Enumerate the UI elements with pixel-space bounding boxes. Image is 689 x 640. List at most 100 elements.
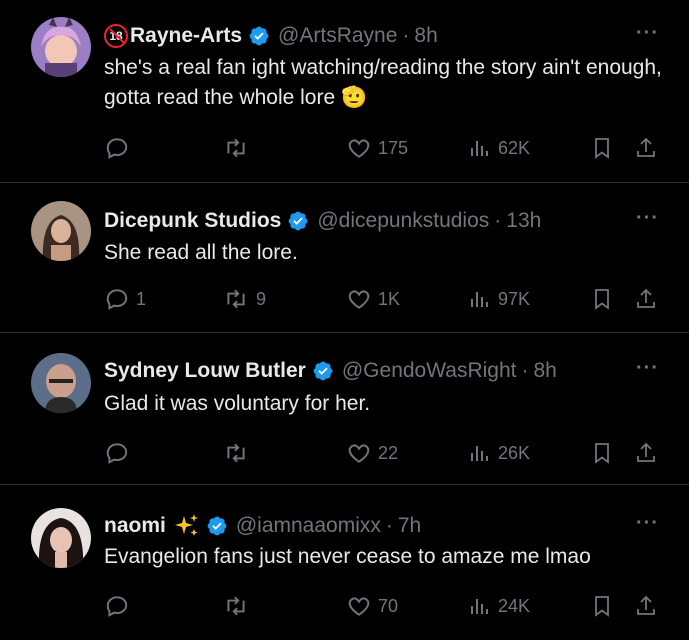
like-count: 22 bbox=[378, 442, 399, 463]
retweet-count: 9 bbox=[256, 288, 267, 309]
view-count: 26K bbox=[498, 442, 531, 463]
heart-icon bbox=[346, 440, 372, 466]
views-button[interactable]: 97K bbox=[468, 284, 530, 314]
avatar[interactable] bbox=[31, 353, 91, 413]
user-handle[interactable]: @ArtsRayne bbox=[278, 24, 397, 48]
reply-button[interactable] bbox=[104, 591, 136, 621]
share-button[interactable] bbox=[634, 438, 658, 468]
timestamp[interactable]: 13h bbox=[506, 209, 541, 233]
separator: · bbox=[402, 24, 410, 47]
view-count: 24K bbox=[498, 595, 531, 616]
bookmark-icon bbox=[590, 440, 614, 466]
user-handle[interactable]: @GendoWasRight bbox=[342, 359, 517, 383]
bookmark-icon bbox=[590, 135, 614, 161]
reply-button[interactable] bbox=[104, 438, 136, 468]
share-button[interactable] bbox=[634, 591, 658, 621]
reply-icon bbox=[104, 135, 130, 161]
heart-icon bbox=[346, 593, 372, 619]
retweet-button[interactable] bbox=[222, 133, 256, 163]
avatar[interactable] bbox=[31, 17, 91, 77]
reply-button[interactable] bbox=[104, 133, 136, 163]
tweet-text: She read all the lore. bbox=[104, 241, 298, 264]
avatar[interactable] bbox=[31, 201, 91, 261]
display-name[interactable]: naomi bbox=[104, 514, 166, 538]
verified-icon bbox=[287, 210, 309, 232]
tweet-header: naomi @iamnaaomixx · 7h bbox=[104, 509, 421, 543]
tweet[interactable]: Sydney Louw Butler @GendoWasRight · 8h ·… bbox=[0, 333, 689, 485]
timestamp[interactable]: 8h bbox=[414, 24, 437, 48]
reply-button[interactable]: 1 bbox=[104, 284, 146, 314]
tweet[interactable]: Dicepunk Studios @dicepunkstudios · 13h … bbox=[0, 183, 689, 333]
tweet-header: Sydney Louw Butler @GendoWasRight · 8h bbox=[104, 354, 557, 388]
view-count: 97K bbox=[498, 288, 531, 309]
tweet-text: Glad it was voluntary for her. bbox=[104, 392, 371, 415]
tweet-actions: 1 9 1K 97K bbox=[104, 284, 664, 314]
share-button[interactable] bbox=[634, 133, 658, 163]
more-options-icon[interactable]: ··· bbox=[636, 207, 659, 230]
bookmark-button[interactable] bbox=[590, 133, 614, 163]
share-icon bbox=[634, 135, 658, 161]
tweet-header: Dicepunk Studios @dicepunkstudios · 13h bbox=[104, 204, 541, 238]
bookmark-icon bbox=[590, 593, 614, 619]
user-handle[interactable]: @dicepunkstudios bbox=[317, 209, 489, 233]
tweet-header: 18 Rayne-Arts @ArtsRayne · 8h bbox=[104, 19, 438, 53]
heart-icon bbox=[346, 135, 372, 161]
verified-icon bbox=[206, 515, 228, 537]
separator: · bbox=[494, 209, 502, 232]
tweet-actions: 70 24K bbox=[104, 591, 664, 621]
reply-count: 1 bbox=[136, 288, 147, 309]
display-name[interactable]: Dicepunk Studios bbox=[104, 209, 281, 233]
like-button[interactable]: 175 bbox=[346, 133, 408, 163]
bookmark-button[interactable] bbox=[590, 591, 614, 621]
retweet-button[interactable] bbox=[222, 438, 256, 468]
views-button[interactable]: 26K bbox=[468, 438, 530, 468]
tweet[interactable]: naomi @iamnaaomixx · 7h ··· Evangelion f… bbox=[0, 485, 689, 640]
reply-icon bbox=[104, 286, 130, 312]
like-button[interactable]: 1K bbox=[346, 284, 400, 314]
tweet-actions: 22 26K bbox=[104, 438, 664, 468]
retweet-icon bbox=[222, 286, 250, 312]
views-chart-icon bbox=[468, 286, 492, 312]
like-count: 175 bbox=[378, 137, 409, 158]
retweet-icon bbox=[222, 593, 250, 619]
tweet-feed: 18 Rayne-Arts @ArtsRayne · 8h ··· she's … bbox=[0, 0, 689, 640]
retweet-icon bbox=[222, 135, 250, 161]
timestamp[interactable]: 7h bbox=[398, 514, 421, 538]
separator: · bbox=[521, 359, 529, 382]
display-name[interactable]: Rayne-Arts bbox=[130, 24, 242, 48]
heart-icon bbox=[346, 286, 372, 312]
like-count: 1K bbox=[378, 288, 401, 309]
age-restricted-badge: 18 bbox=[104, 24, 128, 48]
retweet-icon bbox=[222, 440, 250, 466]
tweet[interactable]: 18 Rayne-Arts @ArtsRayne · 8h ··· she's … bbox=[0, 0, 689, 183]
display-name[interactable]: Sydney Louw Butler bbox=[104, 359, 306, 383]
user-handle[interactable]: @iamnaaomixx bbox=[236, 514, 381, 538]
views-button[interactable]: 62K bbox=[468, 133, 530, 163]
view-count: 62K bbox=[498, 137, 531, 158]
verified-icon bbox=[248, 25, 270, 47]
share-icon bbox=[634, 440, 658, 466]
views-chart-icon bbox=[468, 440, 492, 466]
more-options-icon[interactable]: ··· bbox=[636, 22, 659, 45]
retweet-button[interactable]: 9 bbox=[222, 284, 266, 314]
views-chart-icon bbox=[468, 135, 492, 161]
like-button[interactable]: 22 bbox=[346, 438, 398, 468]
bookmark-button[interactable] bbox=[590, 438, 614, 468]
sparkles-icon bbox=[174, 514, 200, 538]
verified-icon bbox=[312, 360, 334, 382]
timestamp[interactable]: 8h bbox=[533, 359, 556, 383]
share-button[interactable] bbox=[634, 284, 658, 314]
share-icon bbox=[634, 286, 658, 312]
retweet-button[interactable] bbox=[222, 591, 256, 621]
views-chart-icon bbox=[468, 593, 492, 619]
views-button[interactable]: 24K bbox=[468, 591, 530, 621]
bookmark-icon bbox=[590, 286, 614, 312]
avatar[interactable] bbox=[31, 508, 91, 568]
like-button[interactable]: 70 bbox=[346, 591, 398, 621]
more-options-icon[interactable]: ··· bbox=[636, 357, 659, 380]
tweet-text: Evangelion fans just never cease to amaz… bbox=[104, 545, 591, 568]
separator: · bbox=[385, 514, 393, 537]
reply-icon bbox=[104, 593, 130, 619]
more-options-icon[interactable]: ··· bbox=[636, 512, 659, 535]
bookmark-button[interactable] bbox=[590, 284, 614, 314]
